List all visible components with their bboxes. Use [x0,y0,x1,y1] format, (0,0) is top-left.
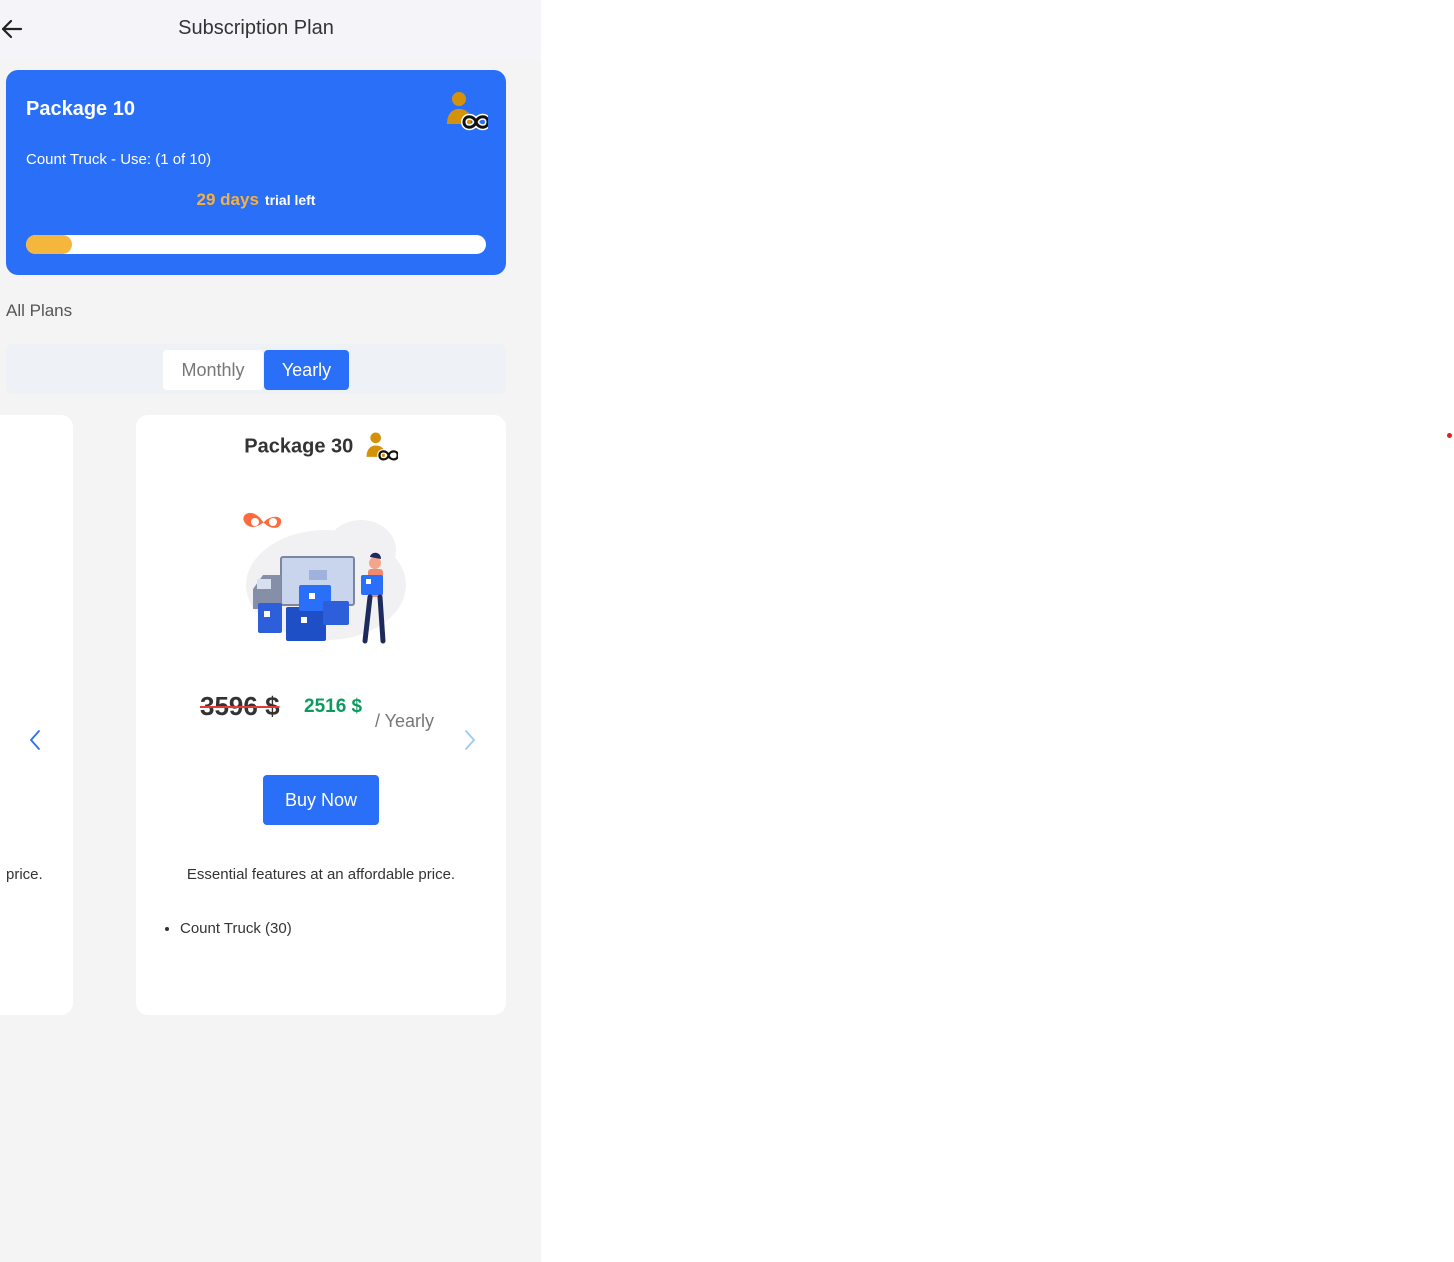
trial-status: 29 days trial left [6,190,506,210]
user-infinity-icon [364,431,400,463]
feature-item: Count Truck (30) [180,920,292,937]
usage-progress-fill [26,235,72,254]
carousel-prev-arrow-icon[interactable] [26,727,44,753]
trial-suffix: trial left [264,192,316,208]
original-price: 3596 $ [200,691,280,721]
plan-name-row: Package 30 [136,431,506,463]
buy-now-button[interactable]: Buy Now [263,775,379,825]
carousel-next-arrow-icon[interactable] [461,727,479,753]
delivery-truck-illustration [231,505,411,645]
yearly-toggle-button[interactable]: Yearly [264,350,349,390]
usage-progress-bar [26,235,486,254]
price-period: / Yearly [375,711,435,731]
plan-card: Package 30 3596 $ 2516 $ / Yearly Buy No… [136,415,506,1015]
trial-days: 29 days [196,190,259,209]
previous-plan-card[interactable]: price. [0,415,73,1015]
user-infinity-icon [444,90,492,132]
subscription-panel: Subscription Plan Package 10 Count Truck… [0,0,541,1262]
billing-toggle: Monthly Yearly [6,344,506,394]
plan-description: Essential features at an affordable pric… [186,866,456,883]
previous-plan-description-fragment: price. [6,866,43,883]
usage-text: Count Truck - Use: (1 of 10) [26,151,212,168]
header: Subscription Plan [0,0,541,60]
feature-list: Count Truck (30) [158,920,292,937]
current-plan-name: Package 10 [26,98,135,120]
discounted-price: 2516 $ [304,696,363,717]
red-dot-marker [1447,433,1452,438]
monthly-toggle-button[interactable]: Monthly [163,350,263,390]
current-plan-card: Package 10 Count Truck - Use: (1 of 10) … [6,70,506,275]
plan-name: Package 30 [244,435,354,458]
all-plans-label: All Plans [6,301,73,320]
page-title: Subscription Plan [178,17,334,39]
